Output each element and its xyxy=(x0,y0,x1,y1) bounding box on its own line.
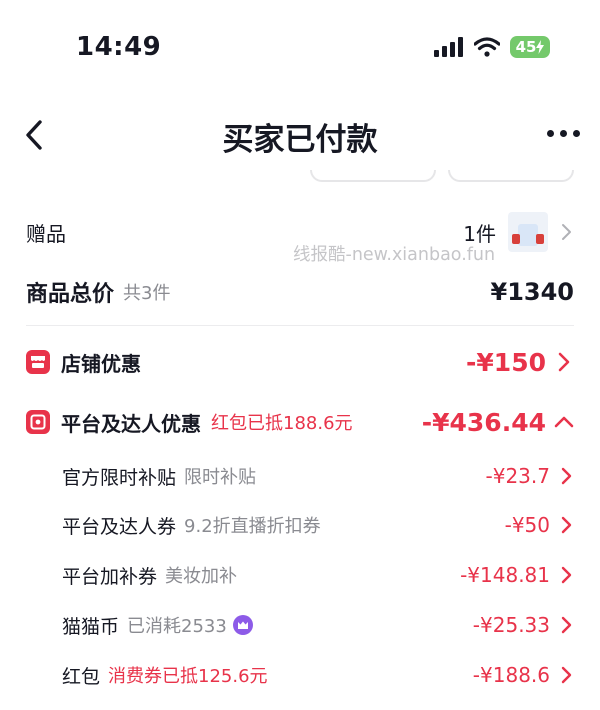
discount-item-official-subsidy[interactable]: 官方限时补贴 限时补贴 -¥23.7 xyxy=(62,458,574,494)
shop-discount-amount: -¥150 xyxy=(466,347,546,377)
chevron-right-icon xyxy=(561,616,572,634)
platform-discount-label: 平台及达人优惠 xyxy=(61,411,201,436)
chevron-right-icon xyxy=(561,467,572,485)
charging-bolt-icon xyxy=(536,40,545,54)
status-icons: 45 xyxy=(434,36,550,58)
battery-level: 45 xyxy=(515,38,537,56)
item-amount: -¥148.81 xyxy=(460,563,550,587)
chevron-right-icon xyxy=(558,352,570,372)
item-amount: -¥50 xyxy=(504,513,550,537)
item-amount: -¥188.6 xyxy=(472,663,550,687)
item-label: 官方限时补贴 xyxy=(62,466,177,489)
wifi-icon xyxy=(474,37,500,57)
chevron-right-icon xyxy=(561,566,572,584)
more-options-icon[interactable] xyxy=(547,130,580,137)
chevron-right-icon xyxy=(561,516,572,534)
discount-item-red-packet[interactable]: 红包 消费券已抵125.6元 -¥188.6 xyxy=(62,657,574,693)
item-sub: 限时补贴 xyxy=(184,467,257,488)
total-item-count: 共3件 xyxy=(123,283,171,304)
divider xyxy=(26,325,574,326)
chevron-right-icon xyxy=(561,666,572,684)
chevron-up-icon[interactable] xyxy=(554,411,574,433)
discount-item-cat-coin[interactable]: 猫猫币 已消耗2533 -¥25.33 xyxy=(62,607,574,643)
status-time: 14:49 xyxy=(76,32,162,62)
total-value: ¥1340 xyxy=(490,278,575,306)
status-bar: 14:49 45 xyxy=(0,0,600,96)
gift-thumbnail[interactable] xyxy=(508,212,548,252)
item-sub: 9.2折直播折扣券 xyxy=(184,516,321,537)
hidden-button-right-edge xyxy=(448,170,574,182)
page-title: 买家已付款 xyxy=(222,122,378,158)
platform-discount-row[interactable]: 平台及达人优惠 红包已抵188.6元 -¥436.44 xyxy=(26,402,574,442)
battery-icon: 45 xyxy=(510,36,550,58)
item-sub: 已消耗2533 xyxy=(127,616,227,637)
item-sub: 美妆加补 xyxy=(165,566,238,587)
store-icon xyxy=(26,350,50,374)
item-amount: -¥25.33 xyxy=(472,613,550,637)
platform-coupon-icon xyxy=(26,410,50,434)
item-label: 猫猫币 xyxy=(62,615,120,638)
total-price-row: 商品总价 共3件 ¥1340 xyxy=(26,274,574,310)
nav-bar: 买家已付款 xyxy=(0,100,600,170)
item-label: 平台及达人券 xyxy=(62,515,177,538)
gift-label: 赠品 xyxy=(26,221,66,246)
item-label: 平台加补券 xyxy=(62,565,158,588)
shop-discount-row[interactable]: 店铺优惠 -¥150 xyxy=(26,342,574,382)
chevron-right-icon xyxy=(562,224,571,240)
platform-discount-amount: -¥436.44 xyxy=(421,407,546,437)
item-sub: 消费券已抵125.6元 xyxy=(108,666,268,687)
shop-discount-label: 店铺优惠 xyxy=(61,351,141,376)
platform-discount-sub: 红包已抵188.6元 xyxy=(211,413,353,434)
item-amount: -¥23.7 xyxy=(485,464,550,488)
total-label: 商品总价 xyxy=(26,282,115,307)
cat-coin-icon xyxy=(232,615,253,635)
discount-item-extra-coupon[interactable]: 平台加补券 美妆加补 -¥148.81 xyxy=(62,557,574,593)
hidden-button-left-edge xyxy=(310,170,436,182)
cellular-signal-icon xyxy=(434,37,463,57)
watermark: 线报酷-new.xianbao.fun xyxy=(293,245,496,265)
discount-item-platform-coupon[interactable]: 平台及达人券 9.2折直播折扣券 -¥50 xyxy=(62,507,574,543)
item-label: 红包 xyxy=(62,665,101,688)
